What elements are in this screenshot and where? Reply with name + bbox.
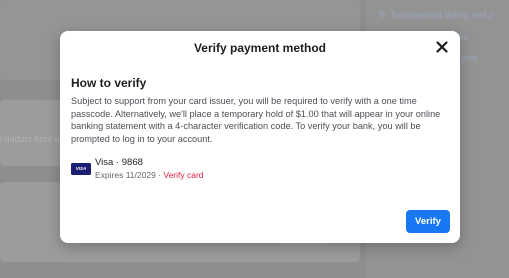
card-details: Expires 11/2029 · Verify card — [95, 170, 204, 180]
verify-button[interactable]: Verify — [406, 210, 450, 233]
verify-card-link[interactable]: Verify card — [163, 170, 203, 180]
wrench-icon: ⚙ — [378, 9, 387, 19]
dialog-title: Verify payment method — [193, 41, 327, 55]
section-heading: How to verify — [71, 76, 147, 90]
card-name: Visa · 9868 — [95, 157, 143, 168]
visa-card-icon: VISA — [71, 163, 91, 175]
background-help-link: Troubleshoot Billing and p — [390, 10, 494, 20]
verify-payment-dialog: Verify payment method How to verify Subj… — [60, 31, 460, 243]
verification-description: Subject to support from your card issuer… — [71, 96, 441, 144]
background-partial-text: l daduct from a — [0, 134, 60, 144]
close-button[interactable] — [434, 39, 450, 55]
card-expiry: Expires 11/2029 — [95, 170, 156, 180]
close-icon — [436, 41, 448, 53]
